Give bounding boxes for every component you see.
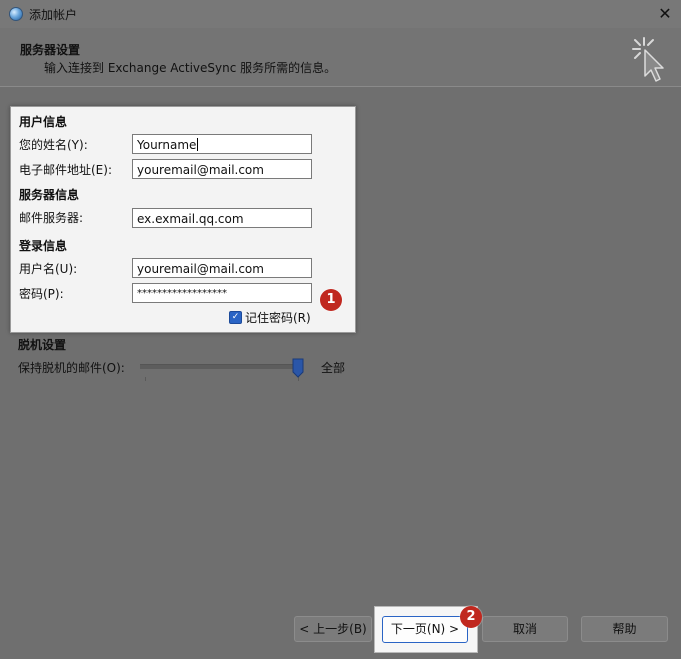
wizard-header: 服务器设置 输入连接到 Exchange ActiveSync 服务所需的信息。 xyxy=(0,28,681,87)
user-info-heading: 用户信息 xyxy=(19,115,68,129)
checkmark-icon: ✓ xyxy=(229,311,242,324)
email-label: 电子邮件地址(E): xyxy=(19,163,112,177)
globe-icon xyxy=(9,7,23,21)
title-bar: 添加帐户 ✕ xyxy=(0,0,681,28)
username-label: 用户名(U): xyxy=(19,262,78,276)
offline-keep-label: 保持脱机的邮件(O): xyxy=(18,361,125,375)
header-subtitle: 输入连接到 Exchange ActiveSync 服务所需的信息。 xyxy=(44,61,337,75)
server-label: 邮件服务器: xyxy=(19,211,84,225)
header-title: 服务器设置 xyxy=(20,43,81,57)
remember-password-checkbox[interactable]: ✓ 记住密码(R) xyxy=(229,309,311,326)
close-button[interactable]: ✕ xyxy=(649,0,681,28)
slider-thumb[interactable] xyxy=(292,358,304,378)
account-info-panel: 用户信息 您的姓名(Y): Yourname 电子邮件地址(E): yourem… xyxy=(10,106,356,333)
cancel-button[interactable]: 取消 xyxy=(482,616,568,642)
password-field[interactable]: ****************** xyxy=(132,283,312,303)
offline-slider-track[interactable] xyxy=(140,364,300,369)
name-value: Yourname xyxy=(137,138,197,152)
offline-heading: 脱机设置 xyxy=(18,338,67,352)
slider-tick xyxy=(145,377,146,381)
window-title: 添加帐户 xyxy=(29,8,78,22)
next-button[interactable]: 下一页(N) > xyxy=(382,616,468,643)
password-label: 密码(P): xyxy=(19,287,64,301)
username-field[interactable]: youremail@mail.com xyxy=(132,258,312,278)
annotation-badge-2: 2 xyxy=(460,606,482,628)
email-field[interactable]: youremail@mail.com xyxy=(132,159,312,179)
help-button[interactable]: 帮助 xyxy=(581,616,668,642)
slider-value-label: 全部 xyxy=(321,361,346,375)
login-info-heading: 登录信息 xyxy=(19,239,68,253)
name-label: 您的姓名(Y): xyxy=(19,138,88,152)
text-caret xyxy=(197,138,199,151)
remember-password-label: 记住密码(R) xyxy=(245,311,311,325)
server-info-heading: 服务器信息 xyxy=(19,188,80,202)
back-button[interactable]: < 上一步(B) xyxy=(294,616,372,642)
annotation-badge-1: 1 xyxy=(320,289,342,311)
name-field[interactable]: Yourname xyxy=(132,134,312,154)
cursor-click-icon xyxy=(632,37,664,82)
server-field[interactable]: ex.exmail.qq.com xyxy=(132,208,312,228)
